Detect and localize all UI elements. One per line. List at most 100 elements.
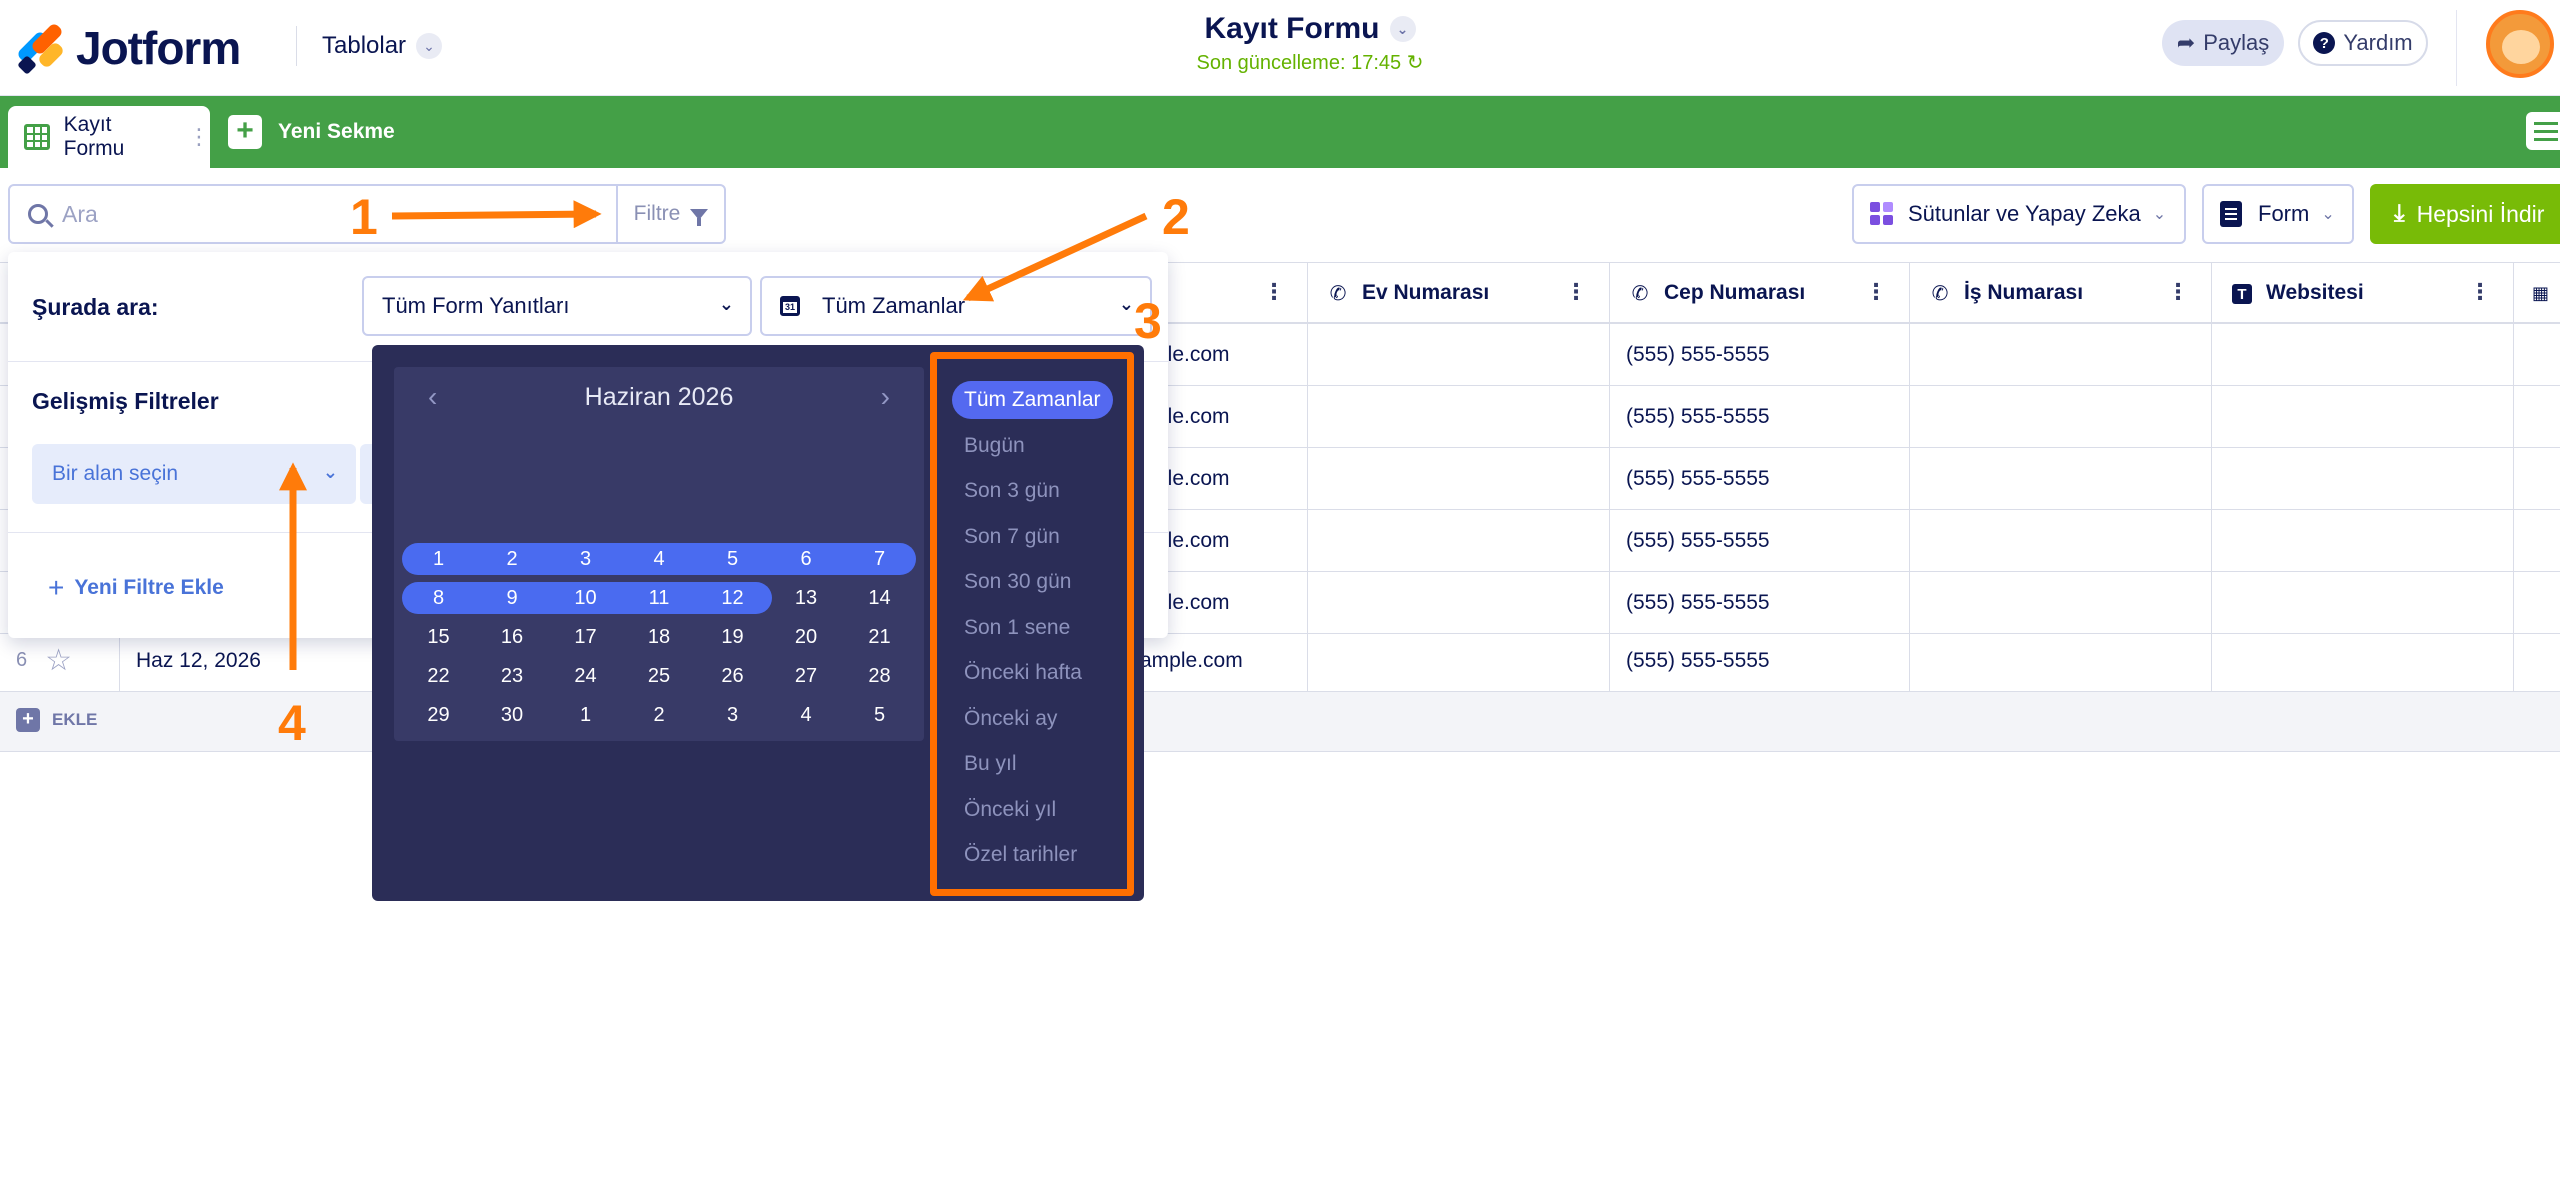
website-cell[interactable] bbox=[2212, 448, 2514, 509]
work-phone-cell[interactable] bbox=[1910, 572, 2212, 633]
home-phone-cell[interactable] bbox=[1308, 324, 1610, 385]
hamburger-menu-icon[interactable] bbox=[2526, 112, 2560, 150]
date-range-value: Tüm Zamanlar bbox=[822, 293, 966, 318]
avatar[interactable] bbox=[2486, 10, 2554, 78]
calendar-day[interactable]: 13 bbox=[770, 582, 843, 614]
calendar-day[interactable]: 22 bbox=[402, 660, 475, 692]
calendar-day[interactable]: 9 bbox=[476, 582, 549, 614]
calendar-day[interactable]: 2 bbox=[623, 699, 696, 731]
filter-button[interactable]: Filtre bbox=[616, 186, 724, 242]
calendar-day[interactable]: 14 bbox=[843, 582, 916, 614]
tab-kayit-formu[interactable]: Kayıt Formu ⋮ bbox=[8, 106, 210, 168]
add-filter-button[interactable]: + Yeni Filtre Ekle bbox=[48, 572, 224, 604]
website-cell[interactable] bbox=[2212, 386, 2514, 447]
scope-dropdown[interactable]: Tüm Form Yanıtları ⌄ bbox=[362, 276, 752, 336]
home-phone-cell[interactable] bbox=[1308, 572, 1610, 633]
tab-options-icon[interactable]: ⋮ bbox=[188, 126, 210, 148]
download-all-button[interactable]: ⤓ Hepsini İndir bbox=[2370, 184, 2560, 244]
tables-label: Tablolar bbox=[322, 32, 407, 59]
calendar-day[interactable]: 16 bbox=[476, 621, 549, 653]
calendar-day[interactable]: 7 bbox=[843, 543, 916, 575]
jotform-logo[interactable]: Jotform bbox=[16, 18, 241, 78]
work-phone-cell[interactable] bbox=[1910, 510, 2212, 571]
field-select-dropdown[interactable]: Bir alan seçin ⌄ bbox=[32, 444, 356, 504]
calendar-day[interactable]: 19 bbox=[696, 621, 769, 653]
website-cell[interactable] bbox=[2212, 572, 2514, 633]
calendar-day[interactable]: 21 bbox=[843, 621, 916, 653]
home-phone-cell[interactable] bbox=[1308, 510, 1610, 571]
calendar-day[interactable]: 28 bbox=[843, 660, 916, 692]
form-button[interactable]: Form ⌄ bbox=[2202, 184, 2354, 244]
calendar-day[interactable]: 15 bbox=[402, 621, 475, 653]
tables-menu-button[interactable]: Tablolar ⌄ bbox=[322, 26, 443, 66]
share-button[interactable]: ➦ Paylaş bbox=[2162, 20, 2284, 66]
column-menu-icon[interactable]: ⋮ bbox=[1263, 281, 1285, 303]
date-range-dropdown[interactable]: 31 Tüm Zamanlar ⌄ bbox=[760, 276, 1152, 336]
column-menu-icon[interactable]: ⋮ bbox=[2167, 281, 2189, 303]
date-cell[interactable]: Haz 12, 2026 bbox=[120, 630, 374, 691]
calendar-day[interactable]: 10 bbox=[549, 582, 622, 614]
calendar-day[interactable]: 3 bbox=[696, 699, 769, 731]
mobile-phone-cell[interactable]: (555) 555-5555 bbox=[1610, 630, 1910, 691]
column-menu-icon[interactable]: ⋮ bbox=[1565, 281, 1587, 303]
website-cell[interactable] bbox=[2212, 510, 2514, 571]
calendar-day[interactable]: 26 bbox=[696, 660, 769, 692]
calendar-day[interactable]: 1 bbox=[549, 699, 622, 731]
calendar-day[interactable]: 1 bbox=[402, 543, 475, 575]
new-tab-button[interactable]: + Yeni Sekme bbox=[228, 114, 395, 150]
add-row-button[interactable]: + EKLE bbox=[16, 708, 97, 732]
column-header-date[interactable]: ▦ bbox=[2514, 263, 2560, 323]
calendar-day[interactable]: 27 bbox=[770, 660, 843, 692]
work-phone-cell[interactable] bbox=[1910, 630, 2212, 691]
calendar-day[interactable]: 20 bbox=[770, 621, 843, 653]
calendar-day[interactable]: 23 bbox=[476, 660, 549, 692]
column-menu-icon[interactable]: ⋮ bbox=[2469, 281, 2491, 303]
column-header-mobile-phone[interactable]: ✆ Cep Numarası ⋮ bbox=[1610, 263, 1910, 323]
mobile-phone-cell[interactable]: (555) 555-5555 bbox=[1610, 324, 1910, 385]
calendar-day[interactable]: 4 bbox=[623, 543, 696, 575]
home-phone-cell[interactable] bbox=[1308, 630, 1610, 691]
calendar-day[interactable]: 17 bbox=[549, 621, 622, 653]
calendar-day[interactable]: 4 bbox=[770, 699, 843, 731]
calendar-day[interactable]: 24 bbox=[549, 660, 622, 692]
column-menu-icon[interactable]: ⋮ bbox=[1865, 281, 1887, 303]
home-phone-cell[interactable] bbox=[1308, 448, 1610, 509]
column-header-home-phone[interactable]: ✆ Ev Numarası ⋮ bbox=[1308, 263, 1610, 323]
calendar-day[interactable]: 30 bbox=[476, 699, 549, 731]
ai-columns-icon bbox=[1870, 202, 1894, 226]
mobile-phone-cell[interactable]: (555) 555-5555 bbox=[1610, 510, 1910, 571]
search-input[interactable] bbox=[62, 196, 562, 232]
website-cell[interactable] bbox=[2212, 630, 2514, 691]
help-button[interactable]: ? Yardım bbox=[2298, 20, 2428, 66]
calendar-day[interactable]: 8 bbox=[402, 582, 475, 614]
calendar-day[interactable]: 12 bbox=[696, 582, 769, 614]
work-phone-cell[interactable] bbox=[1910, 448, 2212, 509]
mobile-phone-cell[interactable]: (555) 555-5555 bbox=[1610, 572, 1910, 633]
website-cell[interactable] bbox=[2212, 324, 2514, 385]
page-title[interactable]: Kayıt Formu ⌄ bbox=[1204, 12, 1416, 46]
header-divider bbox=[296, 26, 297, 66]
refresh-icon[interactable]: ↻ bbox=[1407, 52, 1424, 74]
calendar-day[interactable]: 29 bbox=[402, 699, 475, 731]
calendar-day[interactable]: 3 bbox=[549, 543, 622, 575]
form-icon bbox=[2220, 201, 2242, 227]
columns-ai-button[interactable]: Sütunlar ve Yapay Zeka ⌄ bbox=[1852, 184, 2186, 244]
calendar-day[interactable]: 6 bbox=[770, 543, 843, 575]
work-phone-cell[interactable] bbox=[1910, 386, 2212, 447]
calendar-day[interactable]: 5 bbox=[843, 699, 916, 731]
star-icon[interactable]: ☆ bbox=[45, 643, 72, 678]
next-month-icon[interactable]: › bbox=[881, 381, 890, 413]
work-phone-cell[interactable] bbox=[1910, 324, 2212, 385]
email-cell[interactable]: ample.com bbox=[1140, 630, 1308, 691]
column-header-website[interactable]: T Websitesi ⋮ bbox=[2212, 263, 2514, 323]
calendar-day[interactable]: 25 bbox=[623, 660, 696, 692]
page-title-text: Kayıt Formu bbox=[1204, 12, 1380, 45]
calendar-day[interactable]: 11 bbox=[623, 582, 696, 614]
mobile-phone-cell[interactable]: (555) 555-5555 bbox=[1610, 448, 1910, 509]
calendar-day[interactable]: 18 bbox=[623, 621, 696, 653]
mobile-phone-cell[interactable]: (555) 555-5555 bbox=[1610, 386, 1910, 447]
calendar-day[interactable]: 2 bbox=[476, 543, 549, 575]
calendar-day[interactable]: 5 bbox=[696, 543, 769, 575]
home-phone-cell[interactable] bbox=[1308, 386, 1610, 447]
column-header-work-phone[interactable]: ✆ İş Numarası ⋮ bbox=[1910, 263, 2212, 323]
